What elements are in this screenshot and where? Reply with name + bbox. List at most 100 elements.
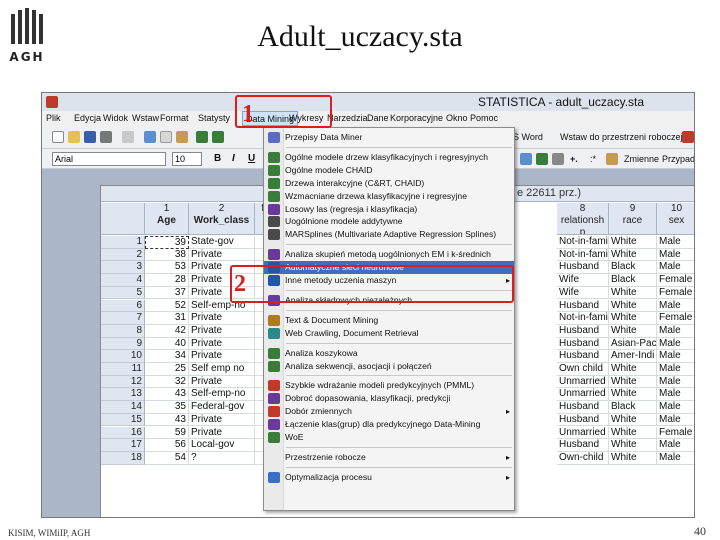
- menu-item-0[interactable]: Plik: [46, 113, 61, 123]
- table-cell[interactable]: Male: [657, 439, 694, 452]
- table-cell[interactable]: Federal-gov: [189, 401, 255, 414]
- print-icon[interactable]: [100, 131, 112, 143]
- table-cell[interactable]: Husband: [557, 261, 609, 275]
- row-number[interactable]: 17: [101, 439, 145, 452]
- table-cell[interactable]: White: [609, 375, 657, 389]
- table-cell[interactable]: Male: [657, 363, 694, 376]
- row-number[interactable]: 1: [101, 236, 145, 249]
- table-cell[interactable]: 43: [145, 388, 189, 402]
- table-cell[interactable]: White: [609, 439, 657, 452]
- table-cell[interactable]: Private: [189, 426, 255, 440]
- table-cell[interactable]: Husband: [557, 337, 609, 351]
- table-cell[interactable]: 59: [145, 426, 189, 440]
- table-cell[interactable]: Wife: [557, 286, 609, 300]
- menu-item-basket[interactable]: Analiza koszykowa: [264, 347, 514, 360]
- table-cell[interactable]: Female: [657, 287, 694, 300]
- menu-item-recipe[interactable]: Przepisy Data Miner: [264, 131, 514, 144]
- preview-icon[interactable]: [122, 131, 134, 143]
- table-cell[interactable]: Unmarried: [557, 388, 609, 402]
- column-header[interactable]: 2 Work_class: [189, 203, 255, 235]
- menu-item-sequence[interactable]: Analiza sekwencji, asocjacji i połączeń: [264, 360, 514, 373]
- table-cell[interactable]: 32: [145, 375, 189, 389]
- menu-item-12[interactable]: Pomoc: [470, 113, 498, 123]
- table-cell[interactable]: Male: [657, 401, 694, 414]
- menu-item-8[interactable]: Narzedzia: [327, 113, 368, 123]
- menu-item-chaid[interactable]: Ogólne modele CHAID: [264, 164, 514, 177]
- table-cell[interactable]: Husband: [557, 413, 609, 427]
- table-cell[interactable]: Not-in-famil: [557, 236, 609, 249]
- table-cell[interactable]: Male: [657, 414, 694, 427]
- menu-item-interactive-tree[interactable]: Drzewa interakcyjne (C&RT, CHAID): [264, 177, 514, 190]
- row-number[interactable]: 3: [101, 261, 145, 275]
- variables-button[interactable]: Zmienne: [624, 154, 659, 164]
- table-cell[interactable]: Husband: [557, 299, 609, 313]
- table-cell[interactable]: 37: [145, 286, 189, 300]
- table-cell[interactable]: Female: [657, 427, 694, 440]
- table-cell[interactable]: Male: [657, 261, 694, 275]
- table-cell[interactable]: Male: [657, 300, 694, 313]
- undo-icon[interactable]: [196, 131, 208, 143]
- table-cell[interactable]: White: [609, 324, 657, 338]
- row-number[interactable]: 10: [101, 350, 145, 363]
- table-cell[interactable]: Husband: [557, 439, 609, 452]
- table-cell[interactable]: Self-emp-no: [189, 388, 255, 402]
- menu-item-random-forest[interactable]: Losowy las (regresja i klasyfikacja): [264, 203, 514, 216]
- table-cell[interactable]: 38: [145, 248, 189, 262]
- table-cell[interactable]: White: [609, 388, 657, 402]
- table-cell[interactable]: 31: [145, 312, 189, 325]
- cases-button[interactable]: Przypadk: [662, 154, 694, 164]
- table-cell[interactable]: Male: [657, 236, 694, 249]
- table-cell[interactable]: 34: [145, 350, 189, 363]
- column-header[interactable]: 9 race: [609, 203, 657, 235]
- table-cell[interactable]: Male: [657, 249, 694, 262]
- row-number[interactable]: 11: [101, 363, 145, 376]
- column-header[interactable]: 8 relationsh p: [557, 203, 609, 235]
- table-cell[interactable]: Own child: [557, 363, 609, 376]
- table-cell[interactable]: White: [609, 312, 657, 325]
- word-button[interactable]: S Word: [513, 132, 543, 142]
- table-view-icon[interactable]: [520, 153, 532, 165]
- table-cell[interactable]: White: [609, 299, 657, 313]
- table-cell[interactable]: Own-child: [557, 451, 609, 465]
- table-cell[interactable]: Female: [657, 312, 694, 325]
- table-cell[interactable]: Private: [189, 337, 255, 351]
- row-header-corner[interactable]: [101, 203, 145, 235]
- table-cell[interactable]: 42: [145, 324, 189, 338]
- font-size-select[interactable]: 10: [172, 152, 202, 166]
- toolbar-options-icon[interactable]: [682, 131, 694, 143]
- copy-icon[interactable]: [160, 131, 172, 143]
- new-file-icon[interactable]: [52, 131, 64, 143]
- menu-item-boosted-tree[interactable]: Wzmacniane drzewa klasyfikacyjne i regre…: [264, 190, 514, 203]
- bold-button[interactable]: B: [214, 153, 221, 164]
- row-number[interactable]: 8: [101, 324, 145, 338]
- table-cell[interactable]: Unmarried: [557, 375, 609, 389]
- table-cell[interactable]: Black: [609, 401, 657, 414]
- table-cell[interactable]: Private: [189, 413, 255, 427]
- table-cell[interactable]: White: [609, 451, 657, 465]
- save-icon[interactable]: [84, 131, 96, 143]
- table-cell[interactable]: 25: [145, 363, 189, 376]
- chart-view-icon[interactable]: [536, 153, 548, 165]
- menu-item-4[interactable]: Format: [160, 113, 189, 123]
- menu-item-1[interactable]: Edycja: [74, 113, 101, 123]
- row-number[interactable]: 6: [101, 299, 145, 313]
- row-number[interactable]: 15: [101, 413, 145, 427]
- menu-item-marsplines[interactable]: MARSplines (Multivariate Adaptive Regres…: [264, 228, 514, 241]
- table-cell[interactable]: White: [609, 286, 657, 300]
- font-select[interactable]: Arial: [52, 152, 166, 166]
- table-cell[interactable]: Female: [657, 274, 694, 287]
- table-cell[interactable]: 52: [145, 299, 189, 313]
- row-number[interactable]: 5: [101, 286, 145, 300]
- menu-item-workspaces[interactable]: Przestrzenie robocze ▸: [264, 451, 514, 464]
- table-cell[interactable]: 39: [145, 236, 189, 249]
- row-number[interactable]: 12: [101, 375, 145, 389]
- row-number[interactable]: 9: [101, 337, 145, 351]
- table-cell[interactable]: Husband: [557, 324, 609, 338]
- row-number[interactable]: 2: [101, 248, 145, 262]
- table-cell[interactable]: Private: [189, 350, 255, 363]
- table-cell[interactable]: 43: [145, 413, 189, 427]
- row-number[interactable]: 14: [101, 401, 145, 414]
- paste-icon[interactable]: [176, 131, 188, 143]
- table-cell[interactable]: 54: [145, 451, 189, 465]
- table-cell[interactable]: Male: [657, 350, 694, 363]
